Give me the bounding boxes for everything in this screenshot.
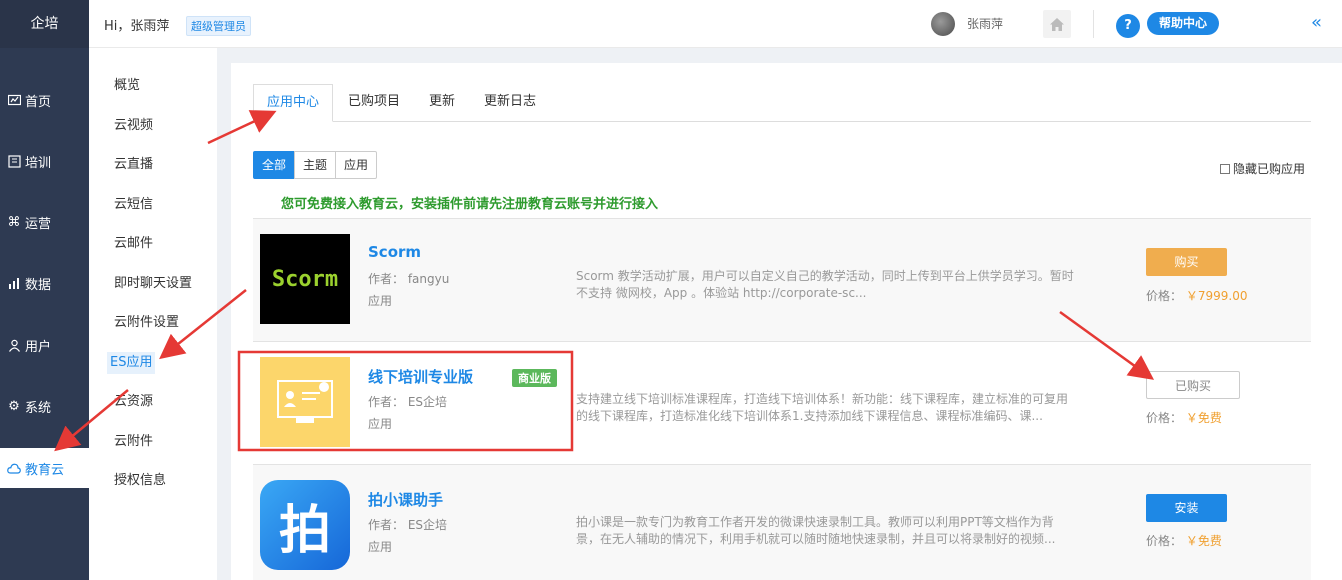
filter-theme-button[interactable]: 主题 <box>294 151 337 179</box>
price-label: 价格： <box>1146 534 1183 548</box>
subnav-es-apps[interactable]: ES应用 <box>107 352 156 374</box>
subnav-cloud-video[interactable]: 云视频 <box>114 115 153 137</box>
hide-bought-toggle[interactable]: 隐藏已购应用 <box>1220 160 1305 177</box>
home-icon <box>1050 17 1064 31</box>
subnav-cloud-sms[interactable]: 云短信 <box>114 194 153 216</box>
secondary-sidebar: 概览 云视频 云直播 云短信 云邮件 即时聊天设置 云附件设置 ES应用 云资源… <box>89 48 217 580</box>
nav-item-home[interactable]: 首页 <box>0 80 89 120</box>
greeting-text: Hi，张雨萍 <box>104 19 170 34</box>
subnav-overview[interactable]: 概览 <box>114 75 140 97</box>
nav-label: 培训 <box>25 155 52 171</box>
tab-changelog[interactable]: 更新日志 <box>471 84 549 122</box>
avatar[interactable] <box>931 12 955 36</box>
nav-item-operation[interactable]: ⌘ 运营 <box>0 202 89 242</box>
price-value: ￥7999.00 <box>1185 289 1248 303</box>
help-center-button[interactable]: 帮助中心 <box>1147 12 1220 35</box>
home-button[interactable] <box>1043 10 1071 38</box>
app-type: 应用 <box>368 540 393 554</box>
nav-label: 运营 <box>25 216 52 232</box>
price-label: 价格： <box>1146 289 1183 303</box>
app-author: 作者： ES企培 <box>368 518 448 532</box>
nav-item-users[interactable]: 用户 <box>0 325 89 365</box>
brand-logo: 企培 <box>0 0 89 48</box>
filter-group: 全部 主题 应用 <box>253 151 378 179</box>
nav-item-edu-cloud[interactable]: 教育云 <box>0 448 89 488</box>
app-price: 价格： ￥7999.00 <box>1146 287 1247 304</box>
tab-app-center[interactable]: 应用中心 <box>253 84 334 122</box>
role-badge: 超级管理员 <box>186 16 251 36</box>
subnav-cloud-live[interactable]: 云直播 <box>114 154 153 176</box>
nav-label: 用户 <box>25 339 52 355</box>
app-thumbnail: Scorm <box>260 234 350 324</box>
app-thumbnail <box>260 357 350 447</box>
top-header: Hi，张雨萍 超级管理员 张雨萍 ? 帮助中心 « <box>89 0 1342 48</box>
app-name[interactable]: 线下培训专业版 <box>368 366 473 387</box>
tab-updates[interactable]: 更新 <box>416 84 468 122</box>
app-center-panel: 应用中心 已购项目 更新 更新日志 全部 主题 应用 隐藏已购应用 您可免费接入… <box>231 63 1342 580</box>
subnav-cloud-resources[interactable]: 云资源 <box>114 391 153 413</box>
subnav-license-info[interactable]: 授权信息 <box>114 470 166 492</box>
app-row: 线下培训专业版 商业版 作者： ES企培 应用 支持建立线下培训标准课程库，打造… <box>253 341 1311 464</box>
subnav-cloud-attachments[interactable]: 云附件 <box>114 431 153 453</box>
cloud-icon <box>7 461 21 475</box>
app-name[interactable]: 拍小课助手 <box>368 489 443 510</box>
purchased-button[interactable]: 已购买 <box>1146 371 1240 399</box>
nav-label: 教育云 <box>25 462 65 478</box>
price-value: ￥免费 <box>1185 411 1222 425</box>
nav-item-training[interactable]: 培训 <box>0 141 89 181</box>
commercial-badge: 商业版 <box>512 369 557 387</box>
filter-app-button[interactable]: 应用 <box>335 151 378 179</box>
app-thumbnail: 拍 <box>260 480 350 570</box>
app-row: 拍 拍小课助手 作者： ES企培 应用 拍小课是一款专门为教育工作者开发的微课快… <box>253 464 1311 580</box>
app-type: 应用 <box>368 417 393 431</box>
app-thumbnail-text: 拍 <box>278 500 331 561</box>
chart-icon <box>7 276 21 290</box>
main-sidebar: 企培 首页 培训 ⌘ 运营 数据 用户 ⚙ 系统 教育云 <box>0 0 89 580</box>
gear-icon: ⚙ <box>8 398 20 414</box>
notice-text: 您可免费接入教育云，安装插件前请先注册教育云账号并进行接入 <box>281 197 659 212</box>
app-thumbnail-text: Scorm <box>271 266 339 292</box>
subnav-cloud-mail[interactable]: 云邮件 <box>114 233 153 255</box>
app-author: 作者： ES企培 <box>368 395 448 409</box>
app-author: 作者： fangyu <box>368 272 450 286</box>
command-icon: ⌘ <box>7 214 21 230</box>
nav-label: 数据 <box>25 277 52 293</box>
app-price: 价格： ￥免费 <box>1146 409 1222 426</box>
app-type: 应用 <box>368 294 393 308</box>
book-icon <box>7 154 21 168</box>
install-button[interactable]: 安装 <box>1146 494 1227 522</box>
nav-item-system[interactable]: ⚙ 系统 <box>0 386 89 426</box>
hide-bought-checkbox[interactable] <box>1220 163 1230 174</box>
tab-purchased[interactable]: 已购项目 <box>335 84 413 122</box>
nav-label: 首页 <box>25 94 52 110</box>
username[interactable]: 张雨萍 <box>967 15 1003 32</box>
filter-all-button[interactable]: 全部 <box>253 151 296 179</box>
classroom-icon <box>277 380 333 423</box>
app-row: Scorm Scorm 作者： fangyu 应用 Scorm 教学活动扩展，用… <box>253 218 1311 341</box>
app-name[interactable]: Scorm <box>368 243 421 261</box>
user-icon <box>7 338 21 352</box>
app-price: 价格： ￥免费 <box>1146 532 1222 549</box>
double-chevron-left-icon[interactable]: « <box>1311 12 1322 33</box>
hide-bought-label: 隐藏已购应用 <box>1233 162 1306 176</box>
buy-button[interactable]: 购买 <box>1146 248 1227 276</box>
subnav-im-settings[interactable]: 即时聊天设置 <box>114 273 192 295</box>
header-divider <box>1093 10 1094 38</box>
nav-item-data[interactable]: 数据 <box>0 263 89 303</box>
tab-bar: 应用中心 已购项目 更新 更新日志 <box>253 84 1311 122</box>
price-value: ￥免费 <box>1185 534 1222 548</box>
app-description: 拍小课是一款专门为教育工作者开发的微课快速录制工具。教师可以利用PPT等文档作为… <box>576 515 1056 546</box>
subnav-attachment-settings[interactable]: 云附件设置 <box>114 312 179 334</box>
app-description: 支持建立线下培训标准课程库，打造线下培训体系！新功能：线下课程库，建立标准的可复… <box>576 392 1069 423</box>
dashboard-icon <box>7 93 21 107</box>
price-label: 价格： <box>1146 411 1183 425</box>
app-description: Scorm 教学活动扩展，用户可以自定义自己的教学活动，同时上传到平台上供学员学… <box>576 269 1074 300</box>
help-question-icon[interactable]: ? <box>1116 14 1140 38</box>
nav-label: 系统 <box>25 400 52 416</box>
